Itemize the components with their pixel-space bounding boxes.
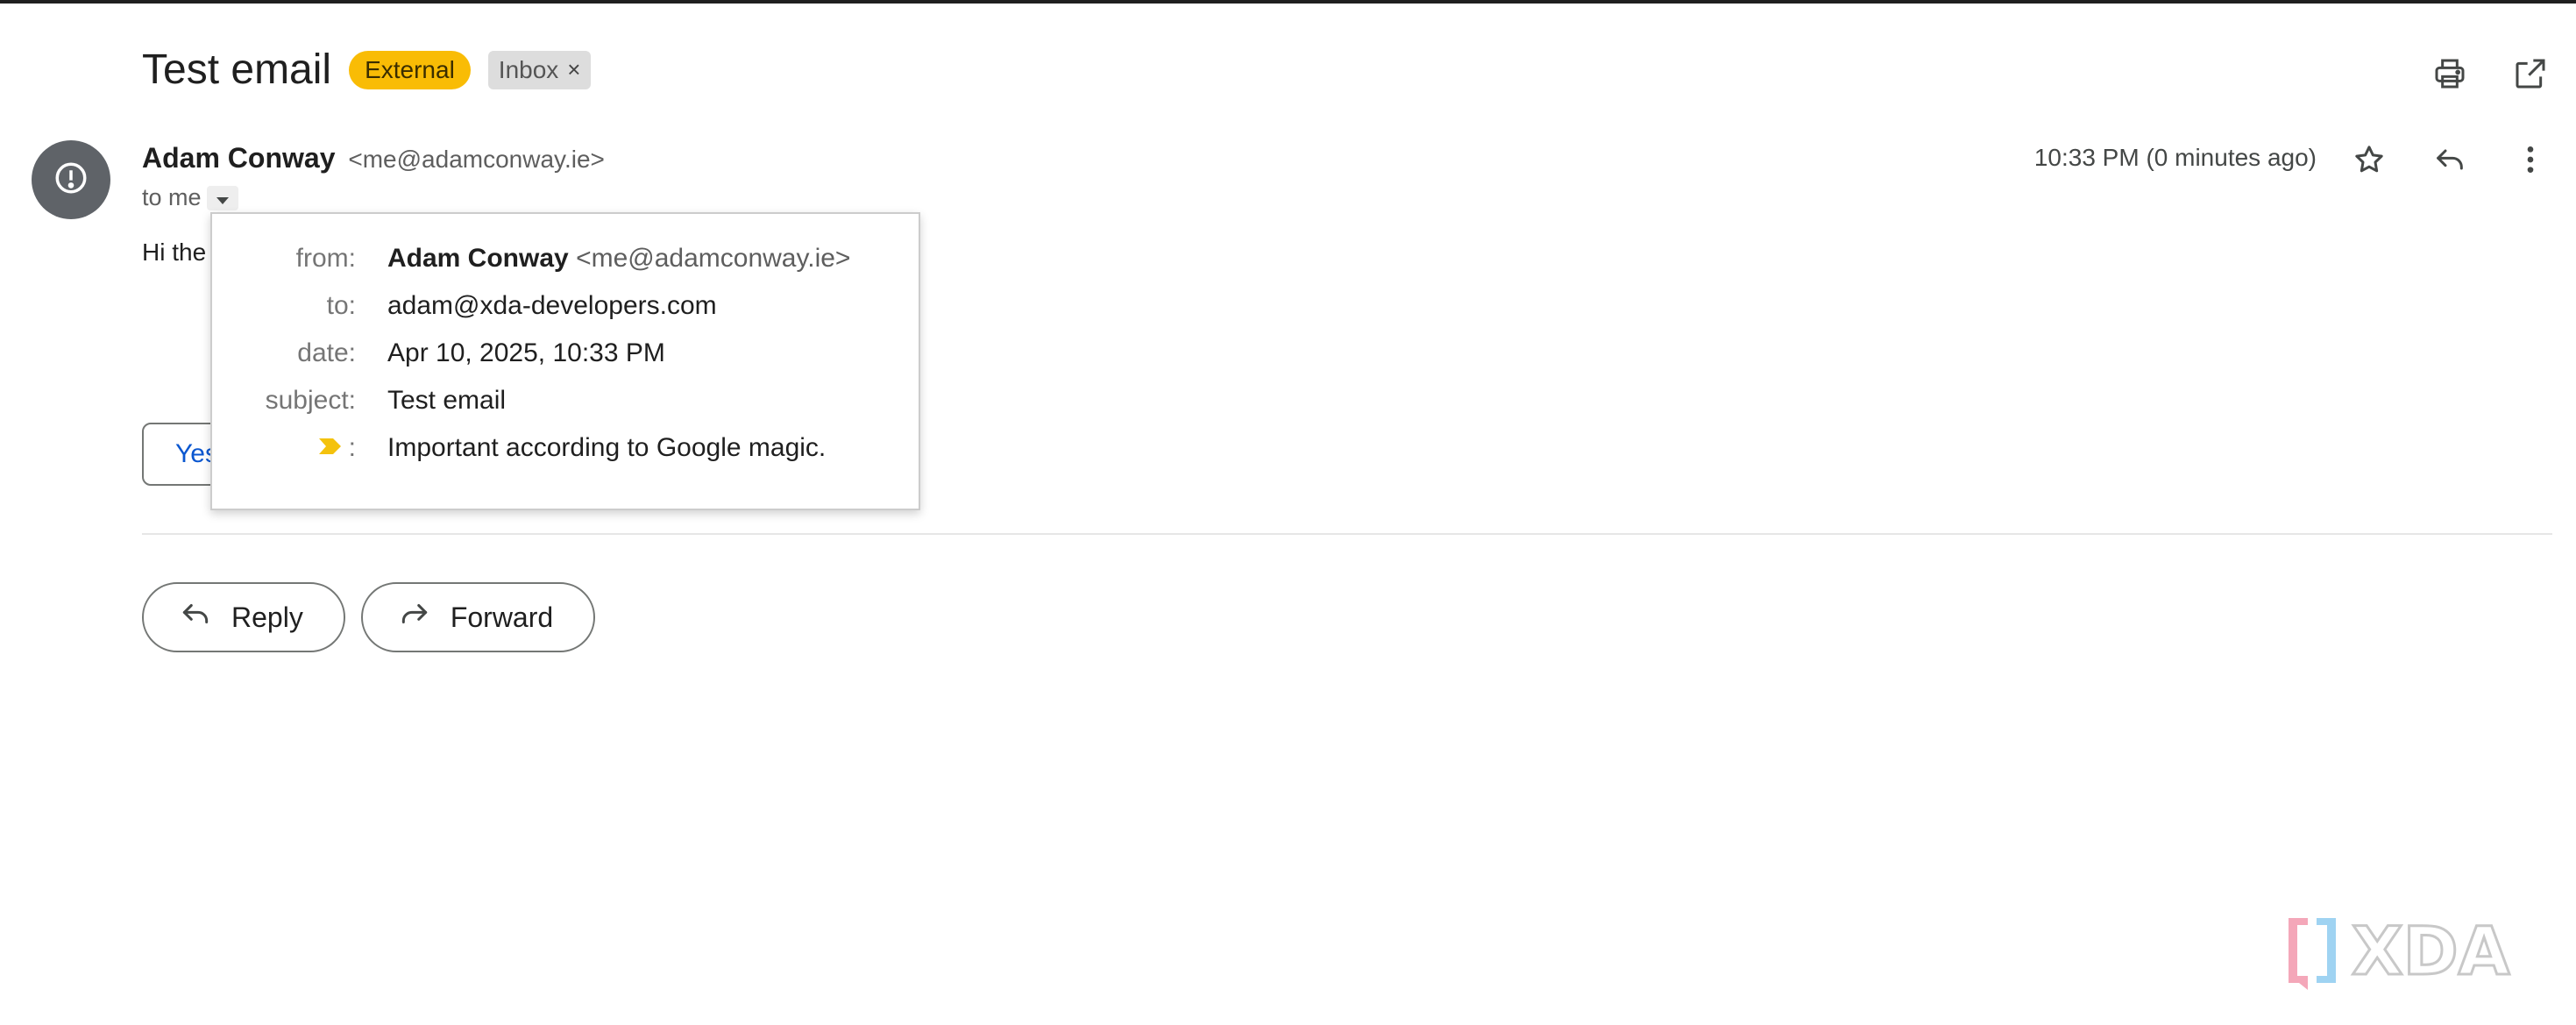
details-date-value: Apr 10, 2025, 10:33 PM bbox=[387, 338, 665, 367]
recipient-summary-text: to me bbox=[142, 184, 202, 210]
reply-button-label: Reply bbox=[231, 601, 303, 633]
details-importance-label: : bbox=[212, 433, 387, 463]
details-to-label: to: bbox=[326, 291, 356, 320]
subject-row: Test email External Inbox × bbox=[142, 46, 592, 94]
details-from-name: Adam Conway bbox=[387, 244, 569, 273]
details-from-label: from: bbox=[295, 244, 356, 273]
open-in-new-window-icon[interactable] bbox=[2509, 53, 2551, 95]
exclamation-circle-icon bbox=[53, 160, 89, 201]
reply-forward-row: Reply Forward bbox=[142, 582, 596, 652]
inbox-label-text: Inbox bbox=[498, 55, 559, 83]
xda-watermark-logo: XDA bbox=[2281, 911, 2544, 990]
details-importance-row: : Important according to Google magic. bbox=[212, 433, 826, 463]
details-to-value: adam@xda-developers.com bbox=[387, 291, 717, 320]
message-divider bbox=[142, 533, 2552, 535]
details-importance-value: Important according to Google magic. bbox=[387, 433, 827, 462]
forward-button[interactable]: Forward bbox=[360, 582, 596, 652]
details-subject-value: Test email bbox=[387, 386, 507, 415]
details-date-row: date: Apr 10, 2025, 10:33 PM bbox=[212, 338, 665, 368]
email-body-preview: Hi the bbox=[142, 238, 207, 266]
forward-arrow-icon bbox=[398, 597, 431, 637]
details-from-email: <me@adamconway.ie> bbox=[576, 244, 851, 273]
details-subject-label: subject: bbox=[265, 386, 356, 415]
details-subject-row: subject: Test email bbox=[212, 386, 506, 416]
importance-marker: : bbox=[317, 433, 356, 463]
reply-arrow-icon bbox=[179, 597, 212, 637]
sender-email: <me@adamconway.ie> bbox=[348, 146, 605, 173]
message-details-popup: from: Adam Conway <me@adamconway.ie> to:… bbox=[210, 212, 920, 510]
details-date-label: date: bbox=[297, 338, 356, 367]
print-icon[interactable] bbox=[2429, 53, 2471, 95]
recipient-summary: to me bbox=[142, 184, 238, 211]
email-subject: Test email bbox=[142, 46, 332, 93]
details-from-row: from: Adam Conway <me@adamconway.ie> bbox=[212, 244, 851, 274]
forward-button-label: Forward bbox=[450, 601, 554, 633]
reply-button[interactable]: Reply bbox=[142, 582, 345, 652]
details-to-row: to: adam@xda-developers.com bbox=[212, 291, 717, 321]
sender-name[interactable]: Adam Conway bbox=[142, 142, 335, 174]
thread-toolbar bbox=[2429, 53, 2551, 95]
caret-down-icon bbox=[216, 184, 230, 211]
remove-label-button[interactable]: × bbox=[567, 56, 580, 83]
xda-watermark-text: XDA bbox=[2352, 912, 2510, 990]
show-details-button[interactable] bbox=[206, 184, 238, 211]
importance-colon: : bbox=[348, 433, 356, 462]
sender-avatar[interactable] bbox=[32, 140, 110, 219]
star-icon[interactable] bbox=[2348, 139, 2390, 181]
external-label-chip: External bbox=[349, 50, 471, 89]
importance-marker-icon bbox=[317, 433, 344, 463]
inbox-label-chip: Inbox × bbox=[487, 50, 592, 89]
email-view: Test email External Inbox × Adam Conway … bbox=[0, 0, 2576, 1025]
message-actions bbox=[2348, 139, 2551, 181]
sender-line: Adam Conway <me@adamconway.ie> bbox=[142, 142, 605, 174]
reply-icon[interactable] bbox=[2429, 139, 2471, 181]
details-from-value: Adam Conway <me@adamconway.ie> bbox=[387, 244, 850, 274]
message-timestamp: 10:33 PM (0 minutes ago) bbox=[2033, 144, 2317, 171]
more-vertical-icon[interactable] bbox=[2509, 139, 2551, 181]
